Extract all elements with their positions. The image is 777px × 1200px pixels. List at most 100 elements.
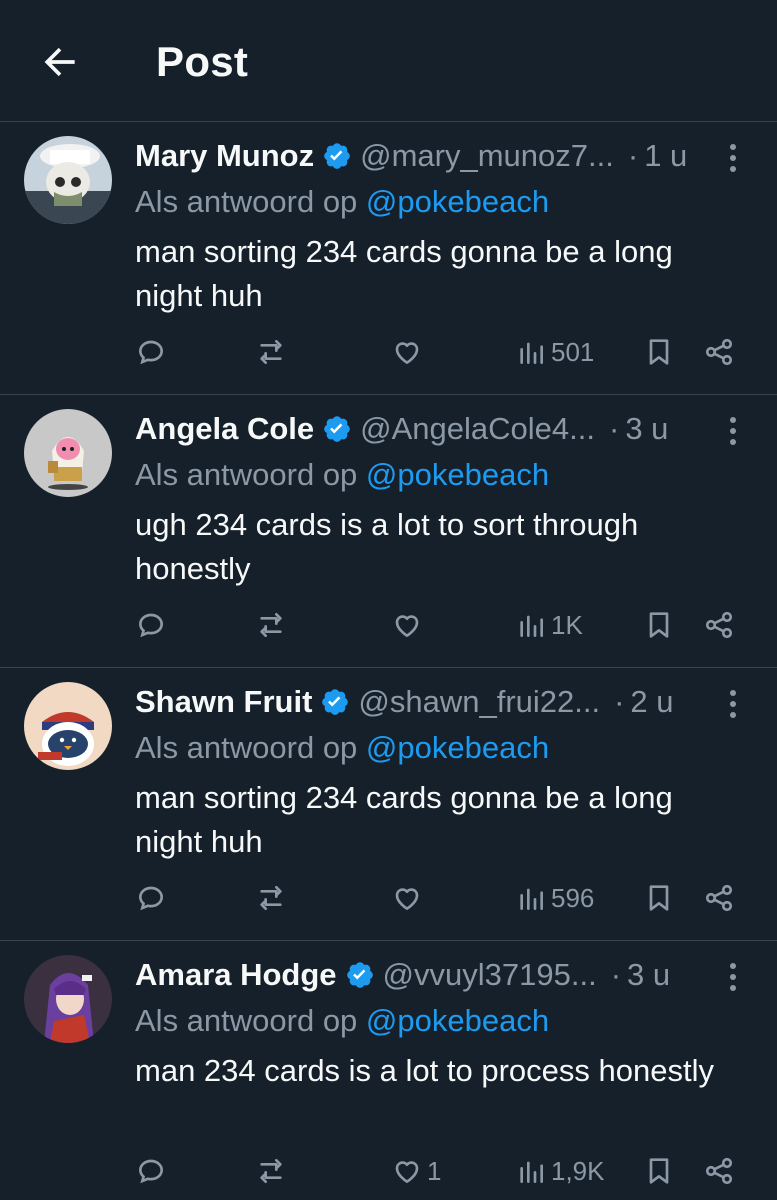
views-button[interactable]: 501 — [515, 322, 594, 382]
repost-button[interactable] — [255, 1141, 287, 1200]
repost-icon — [260, 340, 282, 364]
reply-button[interactable] — [135, 868, 167, 928]
author-handle[interactable]: @shawn_frui22... — [358, 684, 600, 720]
separator: · — [627, 138, 639, 173]
post-actions: 596 — [135, 868, 747, 928]
share-button[interactable] — [703, 868, 735, 928]
avatar[interactable] — [24, 955, 112, 1043]
views-button[interactable]: 1K — [515, 595, 583, 655]
author-handle[interactable]: @mary_munoz7... — [360, 138, 614, 174]
bookmark-icon — [649, 612, 669, 638]
view-count: 596 — [551, 882, 595, 913]
post-actions: 1K — [135, 595, 747, 655]
mention-link[interactable]: @pokebeach — [366, 1003, 549, 1038]
repost-button[interactable] — [255, 868, 287, 928]
view-count: 1,9K — [551, 1155, 605, 1186]
post[interactable]: Angela Cole @AngelaCole4... · 3 u Als an… — [0, 395, 777, 668]
separator: · — [610, 957, 622, 992]
views-icon — [520, 1161, 543, 1183]
like-button[interactable] — [391, 868, 427, 928]
bookmark-button[interactable] — [643, 595, 675, 655]
post-text: man sorting 234 cards gonna be a long ni… — [135, 780, 673, 859]
reply-icon — [138, 613, 164, 638]
bookmark-button[interactable] — [643, 322, 675, 382]
reply-context: Als antwoord op @pokebeach — [135, 730, 550, 765]
post[interactable]: Shawn Fruit @shawn_frui22... · 2 u Als a… — [0, 668, 777, 941]
post[interactable]: Amara Hodge @vvuyl37195... · 3 u Als ant… — [0, 941, 777, 1200]
avatar[interactable] — [24, 409, 112, 497]
like-button[interactable]: 1 — [391, 1141, 441, 1200]
reply-context: Als antwoord op @pokebeach — [135, 184, 550, 219]
more-icon[interactable] — [719, 684, 747, 724]
bookmark-icon — [649, 885, 669, 911]
view-count: 1K — [551, 609, 583, 640]
like-icon — [395, 1161, 419, 1183]
views-button[interactable]: 596 — [515, 868, 594, 928]
reply-context: Als antwoord op @pokebeach — [135, 1003, 550, 1038]
verified-icon — [324, 143, 350, 169]
bookmark-button[interactable] — [643, 868, 675, 928]
like-count: 1 — [427, 1155, 442, 1186]
post-actions: 501 — [135, 322, 747, 382]
author-handle[interactable]: @AngelaCole4... — [360, 411, 595, 447]
mention-link[interactable]: @pokebeach — [366, 184, 549, 219]
reply-button[interactable] — [135, 322, 167, 382]
share-icon — [705, 611, 733, 639]
mention-link[interactable]: @pokebeach — [366, 457, 549, 492]
post-text: man sorting 234 cards gonna be a long ni… — [135, 234, 673, 313]
share-button[interactable] — [703, 322, 735, 382]
reply-button[interactable] — [135, 595, 167, 655]
share-icon — [705, 884, 733, 912]
share-button[interactable] — [703, 595, 735, 655]
avatar[interactable] — [24, 682, 112, 770]
post-text: ugh 234 cards is a lot to sort through h… — [135, 507, 639, 586]
separator: · — [614, 684, 625, 719]
timestamp[interactable]: 2 u — [630, 684, 673, 720]
views-icon — [520, 342, 543, 364]
bookmark-icon — [649, 339, 669, 365]
mention-link[interactable]: @pokebeach — [366, 730, 549, 765]
share-icon — [705, 338, 733, 366]
verified-icon — [346, 962, 373, 988]
views-icon — [520, 615, 543, 637]
repost-button[interactable] — [255, 322, 287, 382]
repost-icon — [260, 886, 282, 910]
share-icon — [705, 1157, 733, 1185]
separator: · — [609, 411, 620, 446]
author-handle[interactable]: @vvuyl37195... — [383, 957, 597, 993]
share-button[interactable] — [703, 1141, 735, 1200]
like-icon — [395, 342, 419, 364]
bookmark-button[interactable] — [643, 1141, 675, 1200]
verified-icon — [322, 689, 349, 715]
verified-icon — [324, 416, 350, 442]
author-name[interactable]: Mary Munoz — [135, 138, 314, 174]
like-icon — [395, 615, 419, 637]
timestamp[interactable]: 3 u — [627, 957, 670, 993]
repost-icon — [260, 613, 282, 637]
post[interactable]: Mary Munoz @mary_munoz7... · 1 u Als ant… — [0, 122, 777, 395]
repost-button[interactable] — [255, 595, 287, 655]
back-arrow-icon[interactable] — [38, 40, 82, 84]
bookmark-icon — [649, 1158, 669, 1184]
views-icon — [520, 888, 543, 910]
author-name[interactable]: Angela Cole — [135, 411, 314, 447]
like-button[interactable] — [391, 322, 427, 382]
reply-icon — [138, 1159, 164, 1184]
views-button[interactable]: 1,9K — [515, 1141, 605, 1200]
post-actions: 1 1,9K — [135, 1141, 747, 1200]
author-name[interactable]: Shawn Fruit — [135, 684, 312, 720]
timestamp[interactable]: 3 u — [625, 411, 668, 447]
repost-icon — [260, 1159, 282, 1183]
like-button[interactable] — [391, 595, 427, 655]
reply-button[interactable] — [135, 1141, 167, 1200]
more-icon[interactable] — [719, 957, 747, 997]
top-bar: Post — [0, 0, 777, 122]
reply-context: Als antwoord op @pokebeach — [135, 457, 550, 492]
more-icon[interactable] — [719, 411, 747, 451]
post-text: man 234 cards is a lot to process honest… — [135, 1053, 714, 1088]
more-icon[interactable] — [719, 138, 747, 178]
timestamp[interactable]: 1 u — [644, 138, 687, 174]
page-title: Post — [156, 38, 249, 85]
avatar[interactable] — [24, 136, 112, 224]
author-name[interactable]: Amara Hodge — [135, 957, 337, 993]
